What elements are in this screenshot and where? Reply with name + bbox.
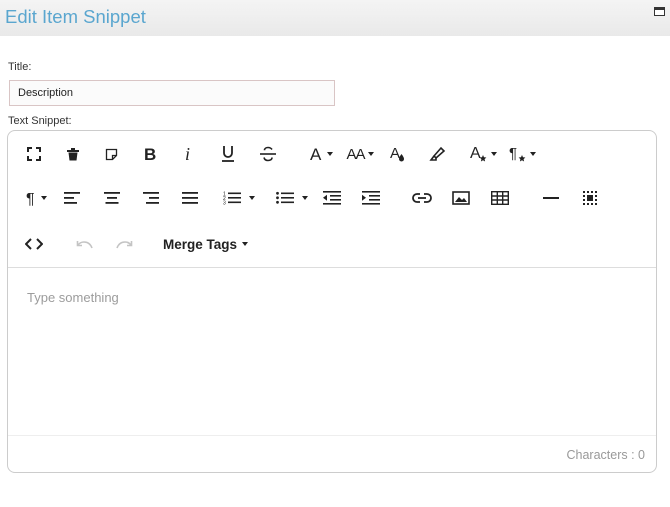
inline-style-button[interactable]: A <box>466 142 500 166</box>
svg-text:¶: ¶ <box>26 191 35 206</box>
trash-icon[interactable] <box>62 142 84 166</box>
character-count: Characters : 0 <box>566 448 645 462</box>
indent-icon[interactable] <box>359 186 383 210</box>
align-right-icon[interactable] <box>139 186 163 210</box>
merge-tags-label: Merge Tags <box>163 236 238 252</box>
italic-icon[interactable]: i <box>178 142 200 166</box>
horizontal-line-icon[interactable] <box>539 186 563 210</box>
text-color-icon[interactable]: A <box>387 142 409 166</box>
svg-text:¶: ¶ <box>509 145 517 162</box>
svg-text:B: B <box>144 146 156 162</box>
text-snippet-label: Text Snippet: <box>8 115 72 127</box>
merge-tags-button[interactable]: Merge Tags <box>163 232 255 256</box>
svg-text:A: A <box>390 145 400 162</box>
paragraph-style-button[interactable]: ¶ <box>504 142 540 166</box>
svg-text:A: A <box>310 146 322 162</box>
image-icon[interactable] <box>449 186 473 210</box>
align-center-icon[interactable] <box>100 186 124 210</box>
paragraph-format-button[interactable]: ¶ <box>21 186 51 210</box>
copy-icon[interactable] <box>100 142 122 166</box>
svg-text:i: i <box>185 146 190 162</box>
align-justify-icon[interactable] <box>178 186 202 210</box>
editor-content-area[interactable]: Type something <box>8 268 656 434</box>
dialog-title: Edit Item Snippet <box>5 6 146 27</box>
rich-text-editor: B i A AA A A ¶ ¶ 1 2 3 Merge Tags Type s… <box>7 130 657 473</box>
editor-statusbar: Characters : 0 <box>8 435 656 473</box>
select-all-icon[interactable] <box>579 186 601 210</box>
editor-toolbar: B i A AA A A ¶ ¶ 1 2 3 Merge Tags <box>8 131 656 268</box>
align-left-icon[interactable] <box>60 186 84 210</box>
outdent-icon[interactable] <box>320 186 344 210</box>
title-input[interactable] <box>9 80 335 106</box>
link-icon[interactable] <box>410 186 434 210</box>
undo-icon[interactable] <box>73 232 97 256</box>
strikethrough-icon[interactable] <box>256 142 280 166</box>
unordered-list-button[interactable] <box>268 186 316 210</box>
svg-text:A: A <box>470 145 481 162</box>
title-label: Title: <box>8 61 32 73</box>
underline-icon[interactable] <box>217 142 239 166</box>
maximize-icon[interactable] <box>654 7 665 16</box>
font-family-button[interactable]: A <box>305 142 337 166</box>
editor-placeholder: Type something <box>27 290 119 305</box>
svg-text:3: 3 <box>223 201 226 206</box>
font-size-button[interactable]: AA <box>343 142 377 166</box>
table-icon[interactable] <box>488 186 512 210</box>
font-size-label: AA <box>346 145 365 163</box>
fullscreen-icon[interactable] <box>23 142 45 166</box>
bold-icon[interactable]: B <box>139 142 161 166</box>
background-color-icon[interactable] <box>425 142 449 166</box>
dialog-header: Edit Item Snippet <box>0 0 670 36</box>
redo-icon[interactable] <box>112 232 136 256</box>
code-view-icon[interactable] <box>22 232 46 256</box>
ordered-list-button[interactable]: 123 <box>215 186 263 210</box>
